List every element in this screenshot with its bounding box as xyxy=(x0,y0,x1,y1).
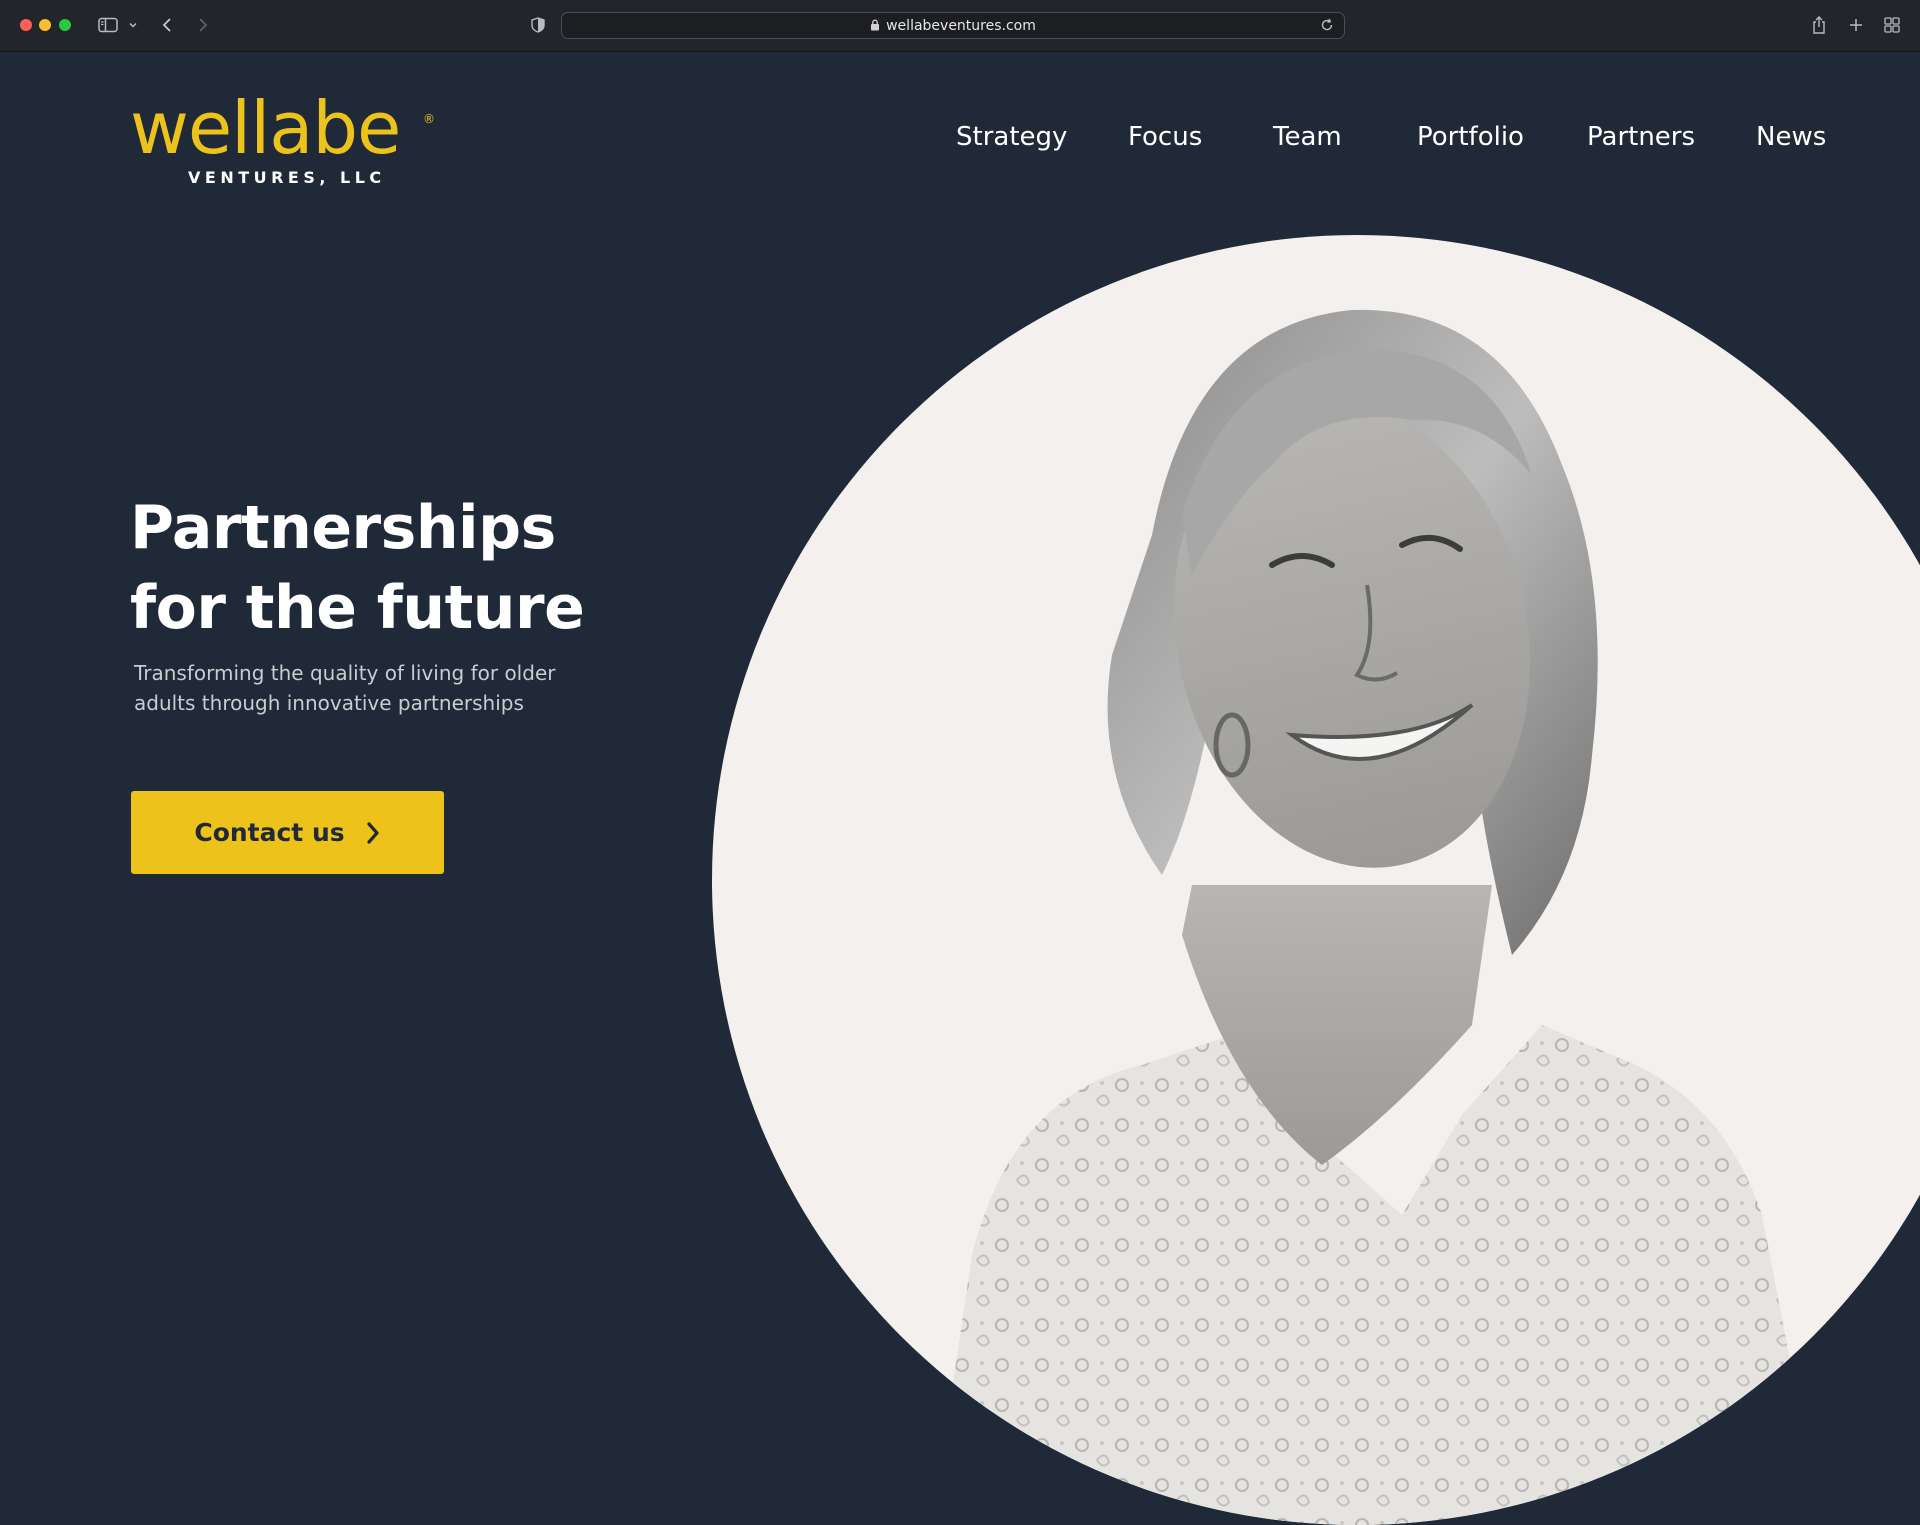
hero-title: Partnerships for the future xyxy=(130,488,690,648)
nav-item-team[interactable]: Team xyxy=(1273,122,1342,152)
sidebar-icon[interactable] xyxy=(97,14,119,36)
forward-arrow-icon[interactable] xyxy=(194,14,212,36)
chevron-right-icon xyxy=(365,821,381,845)
logo-subtitle: VENTURES, LLC xyxy=(188,168,386,187)
close-window-button[interactable] xyxy=(20,19,32,31)
maximize-window-button[interactable] xyxy=(59,19,71,31)
minimize-window-button[interactable] xyxy=(39,19,51,31)
nav-item-news[interactable]: News xyxy=(1756,122,1826,152)
hero-subtitle: Transforming the quality of living for o… xyxy=(134,661,556,715)
plus-icon[interactable] xyxy=(1847,14,1865,36)
chevron-down-icon[interactable] xyxy=(126,14,140,36)
share-icon[interactable] xyxy=(1810,14,1828,36)
main-navigation: Strategy Focus Team Portfolio Partners N… xyxy=(0,122,1920,158)
nav-item-strategy[interactable]: Strategy xyxy=(956,122,1067,152)
hero-portrait-photo xyxy=(932,309,1822,1525)
reload-icon[interactable] xyxy=(1320,18,1334,37)
address-bar[interactable]: wellabeventures.com xyxy=(561,12,1345,39)
hero-title-line-2: for the future xyxy=(130,573,585,643)
contact-us-label: Contact us xyxy=(194,818,345,847)
contact-us-button[interactable]: Contact us xyxy=(131,791,444,874)
back-arrow-icon[interactable] xyxy=(158,14,176,36)
browser-toolbar: wellabeventures.com xyxy=(0,0,1920,52)
nav-item-portfolio[interactable]: Portfolio xyxy=(1417,122,1524,152)
lock-icon xyxy=(870,19,880,35)
hero-image-circle xyxy=(712,235,1920,1525)
shield-icon[interactable] xyxy=(529,14,547,36)
url-text: wellabeventures.com xyxy=(886,18,1036,34)
nav-item-focus[interactable]: Focus xyxy=(1128,122,1202,152)
hero-title-line-1: Partnerships xyxy=(130,493,556,563)
tab-overview-icon[interactable] xyxy=(1883,14,1901,36)
nav-item-partners[interactable]: Partners xyxy=(1587,122,1695,152)
